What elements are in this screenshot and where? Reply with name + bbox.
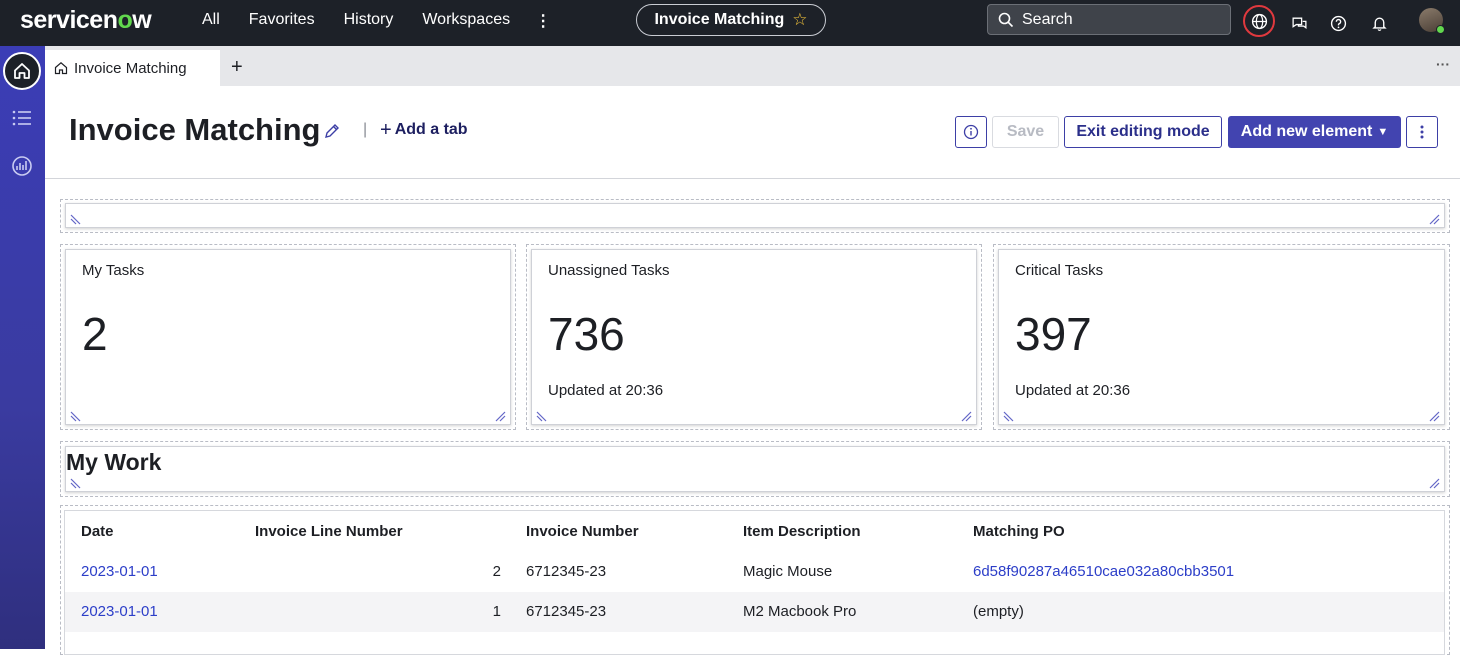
cell-matching-po-link[interactable]: 6d58f90287a46510cae032a80cbb3501 <box>973 563 1234 580</box>
home-tab-icon <box>54 62 68 75</box>
favorite-star-icon[interactable]: ☆ <box>792 10 807 30</box>
empty-element-placeholder[interactable] <box>65 203 1445 228</box>
cell-item-description: M2 Macbook Pro <box>743 603 857 620</box>
resize-handle-icon[interactable] <box>536 408 550 422</box>
kpi-card-my-tasks[interactable]: My Tasks 2 <box>65 249 511 425</box>
kpi-card-critical-tasks[interactable]: Critical Tasks 397 Updated at 20:36 <box>998 249 1445 425</box>
info-button[interactable] <box>955 116 987 148</box>
analytics-icon[interactable] <box>10 154 34 178</box>
add-a-tab-label: Add a tab <box>394 121 468 138</box>
info-icon <box>963 124 979 140</box>
save-button[interactable]: Save <box>992 116 1059 148</box>
cell-invoice-line-number: 1 <box>492 603 501 620</box>
kpi-title: Critical Tasks <box>1015 262 1104 279</box>
tab-label: Invoice Matching <box>74 59 187 77</box>
kpi-value: 736 <box>548 308 625 360</box>
add-tab-plus-button[interactable]: + <box>231 56 243 79</box>
globe-icon[interactable] <box>1243 5 1275 37</box>
header-separator: | <box>363 121 368 138</box>
cell-date-link[interactable]: 2023-01-01 <box>81 603 158 620</box>
nav-favorites[interactable]: Favorites <box>249 11 315 31</box>
resize-handle-icon[interactable] <box>1003 408 1017 422</box>
column-header-invoice-number[interactable]: Invoice Number <box>526 523 639 540</box>
cell-invoice-number: 6712345-23 <box>526 563 607 580</box>
kpi-value: 2 <box>82 308 108 360</box>
chat-icon[interactable] <box>1284 8 1314 38</box>
resize-handle-icon[interactable] <box>1426 408 1440 422</box>
tab-invoice-matching[interactable]: Invoice Matching <box>45 50 220 86</box>
top-navigation-bar: servicenow All Favorites History Workspa… <box>0 0 1460 46</box>
kpi-title: My Tasks <box>82 262 145 279</box>
search-placeholder: Search <box>1022 10 1073 28</box>
left-sidebar-rail <box>0 46 45 649</box>
servicenow-logo[interactable]: servicenow <box>20 6 152 35</box>
cell-invoice-number: 6712345-23 <box>526 603 607 620</box>
heading-element[interactable]: My Work <box>65 446 1445 492</box>
page-title: Invoice Matching <box>69 112 321 147</box>
my-work-table: Date Invoice Line Number Invoice Number … <box>64 510 1445 655</box>
resize-handle-icon[interactable] <box>1426 475 1440 489</box>
plus-icon: + <box>380 119 392 141</box>
main-nav: All Favorites History Workspaces ⋮ <box>202 11 580 31</box>
search-icon <box>998 12 1014 27</box>
column-header-item-description[interactable]: Item Description <box>743 523 861 540</box>
kebab-icon <box>1420 125 1424 139</box>
resize-handle-icon[interactable] <box>492 408 506 422</box>
kpi-card-unassigned-tasks[interactable]: Unassigned Tasks 736 Updated at 20:36 <box>531 249 977 425</box>
resize-handle-icon[interactable] <box>1426 211 1440 225</box>
cell-invoice-line-number: 2 <box>492 563 501 580</box>
caret-down-icon: ▼ <box>1377 126 1389 138</box>
section-heading-my-work: My Work <box>66 449 162 475</box>
resize-handle-icon[interactable] <box>958 408 972 422</box>
global-search-input[interactable]: Search <box>987 4 1231 35</box>
column-header-matching-po[interactable]: Matching PO <box>973 523 1065 540</box>
nav-more-icon[interactable]: ⋮ <box>535 11 551 31</box>
kpi-updated-time: Updated at 20:36 <box>1015 382 1131 399</box>
add-new-element-button[interactable]: Add new element ▼ <box>1228 116 1401 148</box>
kpi-title: Unassigned Tasks <box>548 262 670 279</box>
tab-overflow-icon[interactable]: ··· <box>1436 56 1450 72</box>
header-divider <box>45 178 1460 179</box>
nav-history[interactable]: History <box>344 11 394 31</box>
cell-matching-po: (empty) <box>973 603 1024 620</box>
nav-all[interactable]: All <box>202 11 220 31</box>
help-icon[interactable] <box>1323 8 1353 38</box>
resize-handle-icon[interactable] <box>70 475 84 489</box>
column-header-date[interactable]: Date <box>81 523 114 540</box>
cell-item-description: Magic Mouse <box>743 563 833 580</box>
column-header-invoice-line-number[interactable]: Invoice Line Number <box>255 523 403 540</box>
nav-workspaces[interactable]: Workspaces <box>422 11 510 31</box>
workspace-title-pill[interactable]: Invoice Matching ☆ <box>636 4 826 36</box>
add-new-element-label: Add new element <box>1240 123 1373 140</box>
home-icon[interactable] <box>3 52 41 90</box>
workspace-title: Invoice Matching <box>654 11 785 28</box>
table-row[interactable]: 2023-01-01 1 6712345-23 M2 Macbook Pro (… <box>65 592 1444 632</box>
workspace-tab-strip: Invoice Matching + ··· <box>45 46 1460 86</box>
kpi-value: 397 <box>1015 308 1092 360</box>
table-row[interactable]: 2023-01-01 2 6712345-23 Magic Mouse 6d58… <box>65 552 1444 592</box>
notification-bell-icon[interactable] <box>1364 8 1394 38</box>
add-a-tab-button[interactable]: + Add a tab <box>380 119 468 141</box>
resize-handle-icon[interactable] <box>70 211 84 225</box>
edit-pencil-icon[interactable] <box>323 122 341 140</box>
resize-handle-icon[interactable] <box>70 408 84 422</box>
online-status-dot <box>1436 25 1445 34</box>
exit-editing-mode-button[interactable]: Exit editing mode <box>1064 116 1222 148</box>
list-icon[interactable] <box>10 106 34 130</box>
cell-date-link[interactable]: 2023-01-01 <box>81 563 158 580</box>
user-avatar[interactable] <box>1419 8 1445 34</box>
more-options-button[interactable] <box>1406 116 1438 148</box>
kpi-updated-time: Updated at 20:36 <box>548 382 664 399</box>
